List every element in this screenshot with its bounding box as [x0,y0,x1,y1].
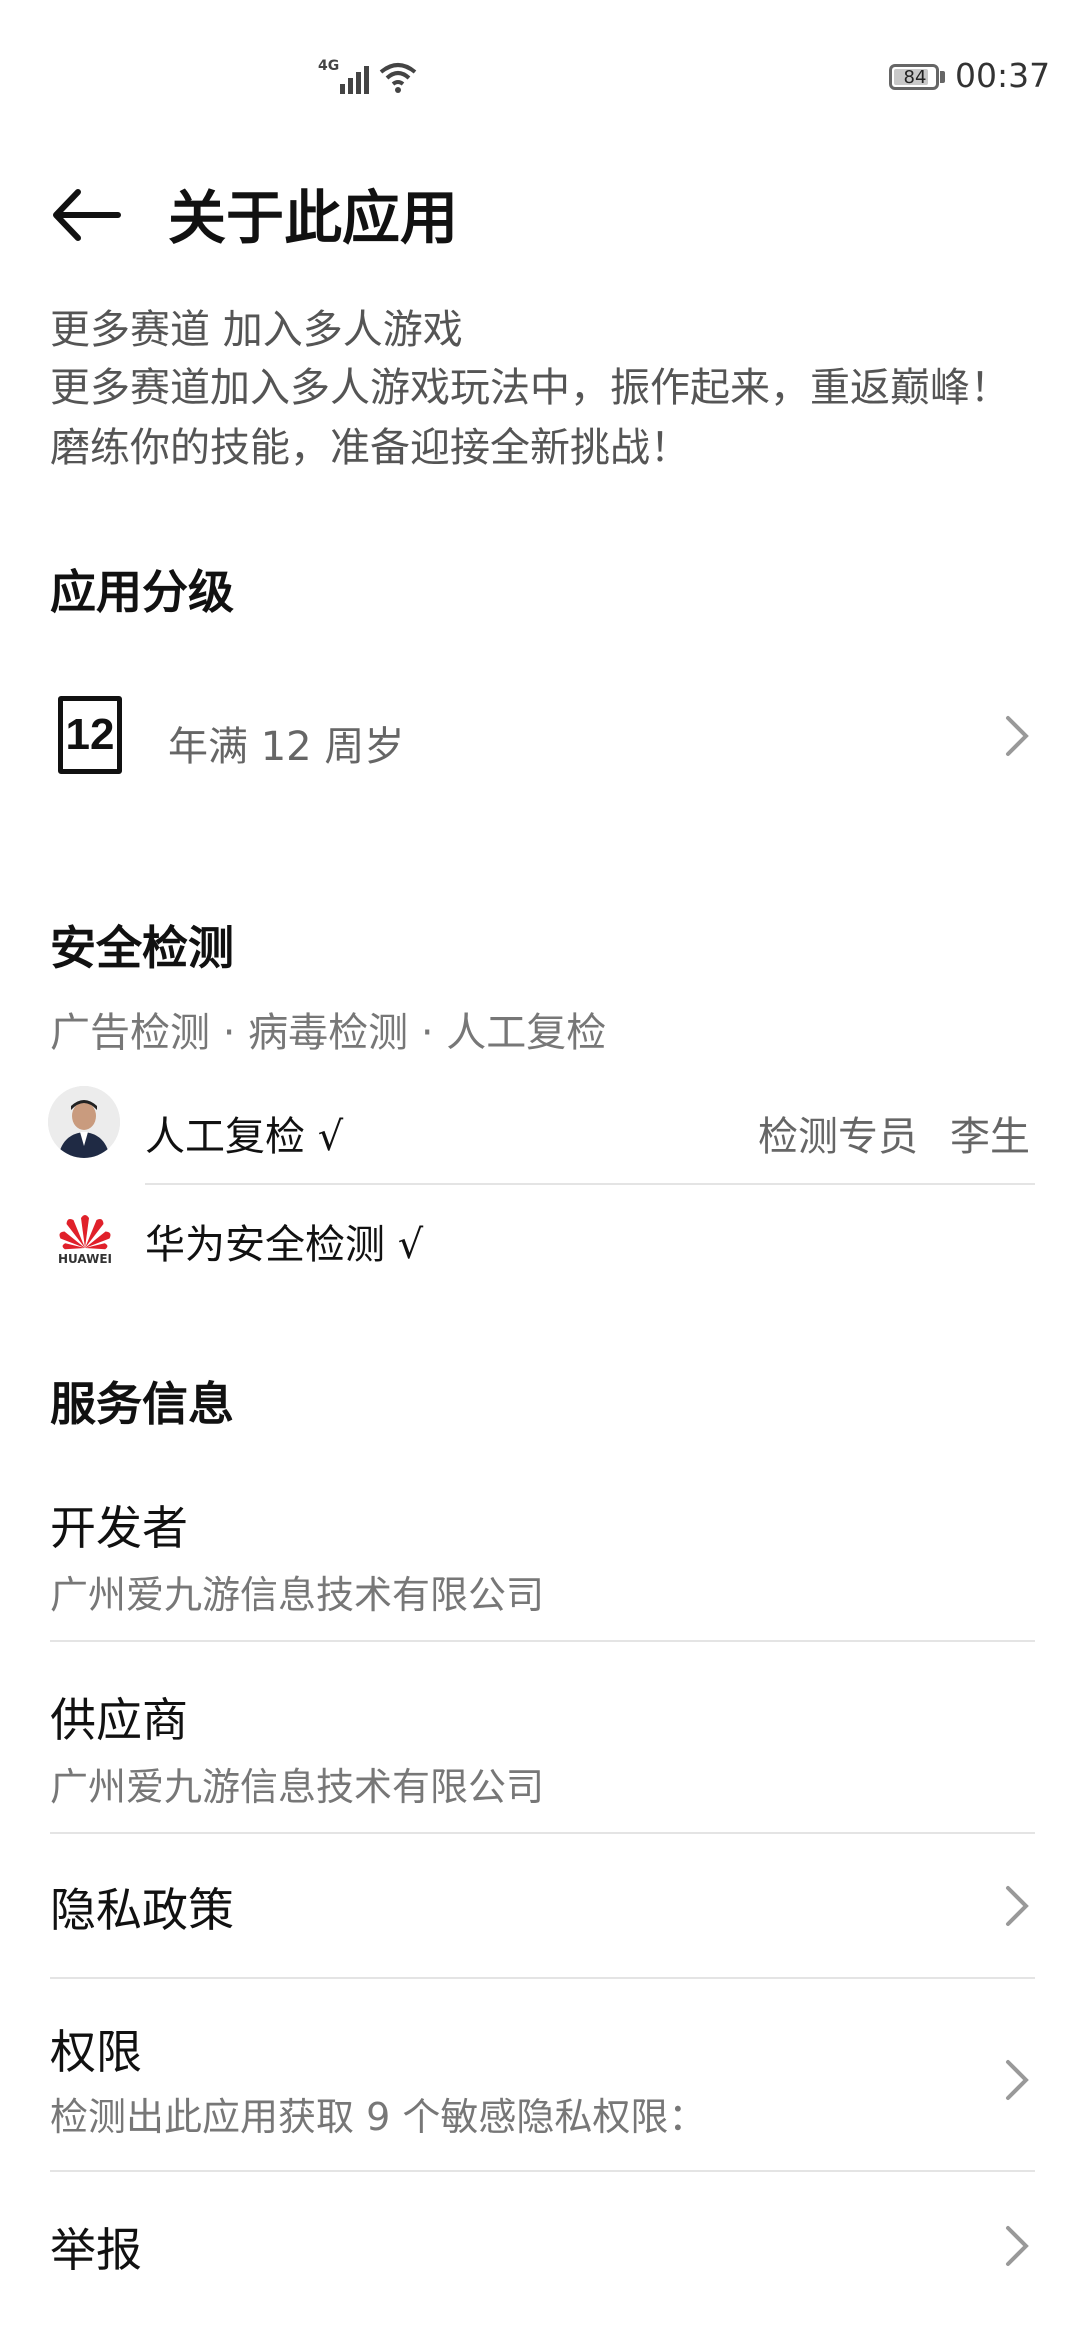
battery-icon: 84 [889,64,939,90]
divider [50,1640,1035,1642]
battery-nub [940,71,945,83]
divider [50,2170,1035,2172]
network-type: 4G [318,58,340,74]
manual-review-label: 人工复检 √ [145,1114,344,1160]
rating-row[interactable]: 12 年满 12 周岁 [0,670,1080,800]
privacy-policy-label: 隐私政策 [50,1883,234,1937]
inspector-name: 李生 [950,1114,1030,1160]
description-body: 更多赛道加入多人游戏玩法中，振作起来，重返巅峰！磨练你的技能，准备迎接全新挑战！ [50,365,1010,471]
divider [50,1977,1035,1979]
status-time: 00:37 [955,56,1051,95]
permissions-label: 权限 [50,2025,142,2079]
provider-row[interactable]: 供应商 广州爱九游信息技术有限公司 [0,1672,1080,1832]
developer-label: 开发者 [50,1501,188,1555]
permissions-desc: 检测出此应用获取 9 个敏感隐私权限： [50,2095,707,2139]
status-bar: 4G 84 00:37 [0,0,1080,150]
developer-value: 广州爱九游信息技术有限公司 [50,1573,545,1617]
provider-value: 广州爱九游信息技术有限公司 [50,1765,545,1809]
security-checks: 广告检测 · 病毒检测 · 人工复检 [50,1010,607,1056]
page-title: 关于此应用 [168,184,459,252]
signal-icon [340,66,369,94]
chevron-right-icon [1006,1886,1029,1926]
rating-12-icon: 12 [58,696,122,774]
huawei-logo-icon: HUAWEI [50,1208,120,1270]
battery-level: 84 [903,67,927,88]
security-heading: 安全检测 [50,921,234,975]
description-title: 更多赛道 加入多人游戏 [50,307,463,353]
chevron-right-icon [1006,2060,1029,2100]
rating-text: 年满 12 周岁 [168,724,405,770]
huawei-logo-text: HUAWEI [57,1252,113,1266]
report-label: 举报 [50,2223,142,2277]
report-row[interactable]: 举报 [0,2174,1080,2314]
divider [145,1183,1035,1185]
chevron-right-icon [1006,716,1029,756]
permissions-row[interactable]: 权限 检测出此应用获取 9 个敏感隐私权限： [0,1980,1080,2170]
huawei-check-label: 华为安全检测 √ [145,1222,424,1268]
back-button[interactable] [48,180,128,250]
back-arrow-icon [53,189,121,241]
network-indicator: 4G [318,58,418,98]
avatar [48,1086,120,1158]
chevron-right-icon [1006,2226,1029,2266]
inspector-label: 检测专员 [758,1114,918,1160]
service-heading: 服务信息 [50,1377,234,1431]
developer-row[interactable]: 开发者 广州爱九游信息技术有限公司 [0,1480,1080,1650]
provider-label: 供应商 [50,1693,188,1747]
wifi-icon [379,63,417,93]
rating-heading: 应用分级 [50,565,234,619]
privacy-policy-row[interactable]: 隐私政策 [0,1834,1080,1978]
